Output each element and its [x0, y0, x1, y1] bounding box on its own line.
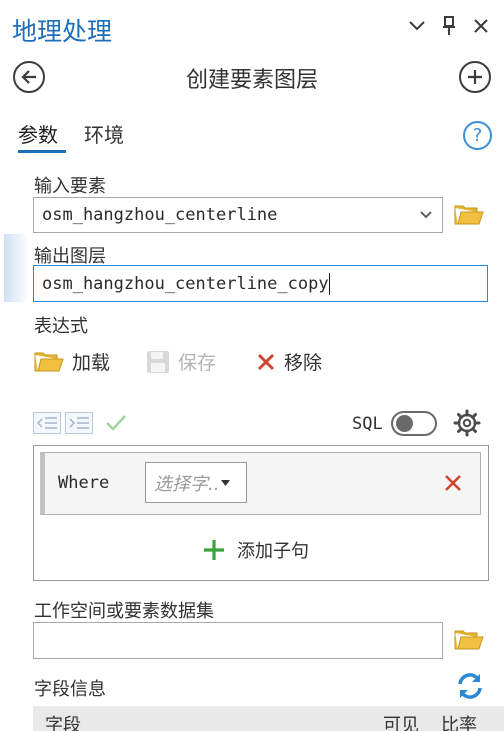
input-features-label: 输入要素: [34, 176, 106, 197]
input-features-dropdown[interactable]: osm_hangzhou_centerline: [33, 197, 443, 233]
field-info-header: 字段 可见 比率: [33, 706, 504, 731]
pin-icon: [443, 16, 455, 35]
add-clause-label: 添加子句: [237, 541, 309, 562]
where-keyword: Where: [58, 473, 110, 493]
settings-button[interactable]: [453, 409, 481, 441]
plus-icon: [204, 540, 224, 560]
refresh-icon: [458, 673, 482, 699]
column-header-ratio: 比率: [441, 715, 477, 731]
field-info-label: 字段信息: [34, 679, 106, 700]
verify-button[interactable]: [105, 413, 127, 437]
help-button[interactable]: ?: [463, 121, 492, 150]
dropdown-arrow-icon: [221, 479, 231, 486]
save-button[interactable]: 保存: [146, 348, 216, 375]
remove-label: 移除: [284, 352, 323, 374]
outdent-icon: [33, 412, 61, 434]
load-button[interactable]: 加载: [34, 348, 110, 375]
output-layer-value: osm_hangzhou_centerline_copy: [42, 273, 329, 294]
indent-left-button[interactable]: [33, 412, 61, 438]
close-button[interactable]: [470, 14, 492, 38]
text-caret: [328, 272, 330, 295]
delete-clause-button[interactable]: [444, 474, 462, 496]
expression-label: 表达式: [34, 316, 88, 337]
sql-toggle[interactable]: [391, 411, 437, 436]
tool-title: 创建要素图层: [185, 68, 318, 93]
collapse-button[interactable]: [406, 14, 428, 38]
save-icon: [147, 350, 169, 373]
tab-parameters[interactable]: 参数: [18, 119, 58, 148]
remove-x-icon: [257, 353, 275, 370]
toggle-knob: [396, 415, 413, 432]
tab-active-indicator: [18, 150, 66, 153]
chevron-down-icon: [409, 21, 425, 31]
output-layer-input[interactable]: osm_hangzhou_centerline_copy: [33, 265, 488, 302]
close-icon: [474, 19, 488, 33]
add-clause-button[interactable]: 添加子句: [203, 537, 309, 563]
column-header-visible: 可见: [383, 715, 419, 731]
tab-environments[interactable]: 环境: [84, 119, 124, 148]
browse-workspace-button[interactable]: [454, 629, 484, 655]
input-features-value: osm_hangzhou_centerline: [42, 205, 278, 225]
workspace-label: 工作空间或要素数据集: [34, 601, 214, 622]
plus-icon: [468, 70, 482, 84]
remove-button[interactable]: 移除: [256, 348, 322, 375]
gear-icon: [453, 409, 481, 437]
folder-icon: [454, 630, 484, 650]
refresh-button[interactable]: [455, 671, 485, 705]
save-label: 保存: [178, 352, 217, 374]
indent-icon: [65, 412, 93, 434]
field-select[interactable]: 选择字..: [145, 462, 247, 503]
checkmark-icon: [106, 415, 126, 431]
sql-label: SQL: [352, 414, 383, 434]
browse-input-button[interactable]: [454, 204, 484, 230]
remove-x-icon: [445, 475, 461, 491]
folder-icon: [454, 205, 484, 225]
chevron-down-icon: [420, 211, 432, 219]
workspace-input[interactable]: [33, 622, 443, 659]
load-label: 加载: [72, 352, 111, 374]
indent-right-button[interactable]: [65, 412, 93, 438]
pin-button[interactable]: [438, 14, 460, 38]
add-button[interactable]: [459, 61, 491, 93]
column-header-field: 字段: [45, 715, 81, 731]
folder-icon: [34, 352, 64, 371]
active-parameter-indicator: [4, 234, 29, 302]
field-select-placeholder: 选择字..: [154, 473, 220, 495]
panel-title: 地理处理: [12, 17, 113, 46]
